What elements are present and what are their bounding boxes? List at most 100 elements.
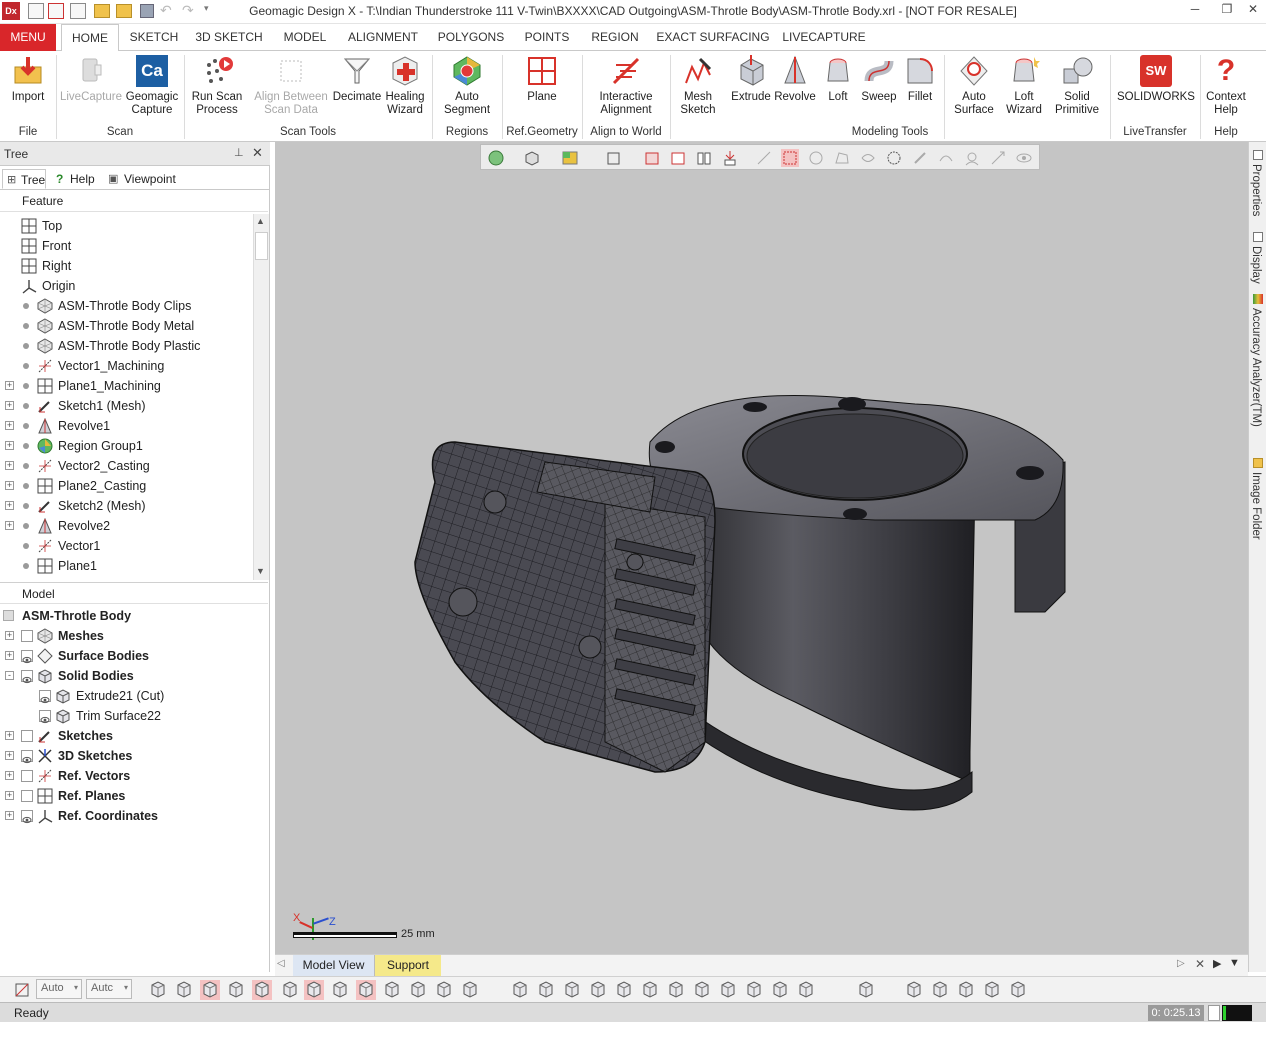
expand-icon[interactable]: + bbox=[5, 751, 14, 760]
expand-icon[interactable]: + bbox=[5, 731, 14, 740]
hidden-line-icon[interactable] bbox=[588, 980, 608, 1000]
vertex-filter-icon[interactable] bbox=[280, 980, 300, 1000]
model-item[interactable]: + Meshes bbox=[0, 626, 268, 646]
tab-points[interactable]: POINTS bbox=[518, 24, 576, 51]
expand-icon[interactable]: + bbox=[5, 501, 14, 510]
select-toggle-1-icon[interactable] bbox=[643, 149, 661, 167]
sphere-view-icon[interactable] bbox=[148, 980, 168, 1000]
visibility-dot[interactable] bbox=[23, 343, 29, 349]
expand-icon[interactable]: + bbox=[5, 521, 14, 530]
visibility-toggle-off[interactable] bbox=[21, 790, 33, 802]
align-between-scan-data-button[interactable]: Align Between Scan Data bbox=[250, 55, 332, 123]
eye-select-icon[interactable] bbox=[1015, 149, 1033, 167]
front-view-icon[interactable] bbox=[640, 980, 660, 1000]
accuracy-analyzer-icon[interactable] bbox=[1253, 294, 1263, 304]
tab-menu[interactable]: MENU bbox=[0, 24, 56, 51]
tab-list-icon[interactable]: ▶ bbox=[1213, 957, 1221, 970]
model-item[interactable]: + Ref. Vectors bbox=[0, 766, 268, 786]
solid-primitive-button[interactable]: Solid Primitive bbox=[1048, 55, 1106, 123]
select-toggle-3-icon[interactable] bbox=[695, 149, 713, 167]
expand-icon[interactable]: + bbox=[5, 381, 14, 390]
mesh-filter-icon[interactable] bbox=[200, 980, 220, 1000]
scroll-up-icon[interactable]: ▲ bbox=[256, 216, 265, 226]
feature-item[interactable]: + Revolve2 bbox=[0, 516, 253, 536]
accuracy-analyzer-tab[interactable]: Accuracy Analyzer(TM) bbox=[1250, 308, 1262, 427]
tab-tree[interactable]: ⊞ Tree bbox=[2, 169, 46, 189]
interactive-alignment-button[interactable]: Interactive Alignment bbox=[586, 55, 666, 123]
iso-view-icon[interactable] bbox=[796, 980, 816, 1000]
model-item[interactable]: Trim Surface22 bbox=[0, 706, 268, 726]
image-folder-icon[interactable] bbox=[1253, 458, 1263, 468]
filter-select-1[interactable]: Auto ▾ bbox=[36, 979, 82, 999]
expand-icon[interactable]: + bbox=[5, 461, 14, 470]
display-tab[interactable]: Display bbox=[1250, 246, 1262, 284]
visibility-dot[interactable] bbox=[23, 323, 29, 329]
expand-icon[interactable]: + bbox=[5, 481, 14, 490]
view-cube-icon[interactable] bbox=[523, 149, 541, 167]
visible-select-icon[interactable] bbox=[963, 149, 981, 167]
feature-item[interactable]: Origin bbox=[0, 276, 253, 296]
rectangle-select-icon[interactable] bbox=[781, 149, 799, 167]
context-help-button[interactable]: ? Context Help bbox=[1202, 55, 1250, 123]
close-button[interactable]: ✕ bbox=[1238, 2, 1266, 20]
visibility-toggle-off[interactable] bbox=[21, 770, 33, 782]
copy-view-icon[interactable] bbox=[930, 980, 950, 1000]
tab-model[interactable]: MODEL bbox=[276, 24, 334, 51]
visibility-dot[interactable] bbox=[23, 383, 29, 389]
feature-item[interactable]: Vector1 bbox=[0, 536, 253, 556]
feature-item[interactable]: + Region Group1 bbox=[0, 436, 253, 456]
scroll-down-icon[interactable]: ▼ bbox=[256, 566, 265, 576]
model-item[interactable]: Extrude21 (Cut) bbox=[0, 686, 268, 706]
display-icon[interactable] bbox=[1253, 232, 1263, 242]
tab-exact-surfacing[interactable]: EXACT SURFACING bbox=[656, 24, 770, 51]
hide-icon[interactable] bbox=[226, 980, 246, 1000]
tab-home[interactable]: HOME bbox=[61, 24, 119, 52]
filter-select-2[interactable]: Autc ▾ bbox=[86, 979, 132, 999]
face-filter-icon[interactable] bbox=[304, 980, 324, 1000]
globe-view-icon[interactable] bbox=[174, 980, 194, 1000]
visibility-toggle-off[interactable] bbox=[21, 730, 33, 742]
tab-close-icon[interactable]: ✕ bbox=[1195, 957, 1205, 971]
revolve-button[interactable]: Revolve bbox=[772, 55, 818, 123]
select-toggle-2-icon[interactable] bbox=[669, 149, 687, 167]
sweep-button[interactable]: Sweep bbox=[858, 55, 900, 123]
expand-icon[interactable]: + bbox=[5, 631, 14, 640]
feature-item[interactable]: + Sketch2 (Mesh) bbox=[0, 496, 253, 516]
move-select-icon[interactable] bbox=[989, 149, 1007, 167]
tab-menu-icon[interactable]: ▼ bbox=[1229, 957, 1240, 969]
visibility-dot[interactable] bbox=[23, 523, 29, 529]
render-mode-icon[interactable] bbox=[561, 149, 579, 167]
region-filter-icon[interactable] bbox=[408, 980, 428, 1000]
model-item[interactable]: + Surface Bodies bbox=[0, 646, 268, 666]
tabs-left-icon[interactable]: ◁ bbox=[277, 958, 285, 969]
expand-icon[interactable]: + bbox=[5, 441, 14, 450]
scroll-thumb[interactable] bbox=[255, 232, 268, 260]
tab-support[interactable]: Support bbox=[375, 955, 441, 976]
close-icon[interactable]: ✕ bbox=[252, 145, 263, 161]
shaded-view-icon[interactable] bbox=[510, 980, 530, 1000]
freehand-select-icon[interactable] bbox=[859, 149, 877, 167]
bottom-view-icon[interactable] bbox=[770, 980, 790, 1000]
feature-item[interactable]: Vector1_Machining bbox=[0, 356, 253, 376]
feature-item[interactable]: Plane1 bbox=[0, 556, 253, 576]
visibility-toggle-on[interactable] bbox=[21, 670, 33, 684]
collapse-icon[interactable]: - bbox=[5, 671, 14, 680]
extrude-button[interactable]: Extrude bbox=[728, 55, 774, 123]
healing-wizard-button[interactable]: Healing Wizard bbox=[382, 55, 428, 123]
xray-icon[interactable] bbox=[614, 980, 634, 1000]
visibility-dot[interactable] bbox=[23, 363, 29, 369]
visibility-dot[interactable] bbox=[23, 423, 29, 429]
auto-segment-button[interactable]: Auto Segment bbox=[436, 55, 498, 123]
circle-select-icon[interactable] bbox=[807, 149, 825, 167]
view-orient-icon[interactable] bbox=[487, 149, 505, 167]
expand-icon[interactable]: + bbox=[5, 651, 14, 660]
feature-item[interactable]: Right bbox=[0, 256, 253, 276]
pin-icon[interactable]: ⊥ bbox=[234, 146, 244, 159]
visibility-dot[interactable] bbox=[23, 543, 29, 549]
feature-item[interactable]: ASM-Throtle Body Clips bbox=[0, 296, 253, 316]
line-select-icon[interactable] bbox=[755, 149, 773, 167]
feature-item[interactable]: Front bbox=[0, 236, 253, 256]
paint-select-icon[interactable] bbox=[911, 149, 929, 167]
model-viewport[interactable]: X Z 25 mm bbox=[275, 142, 1248, 954]
model-item[interactable]: + Ref. Coordinates bbox=[0, 806, 268, 826]
